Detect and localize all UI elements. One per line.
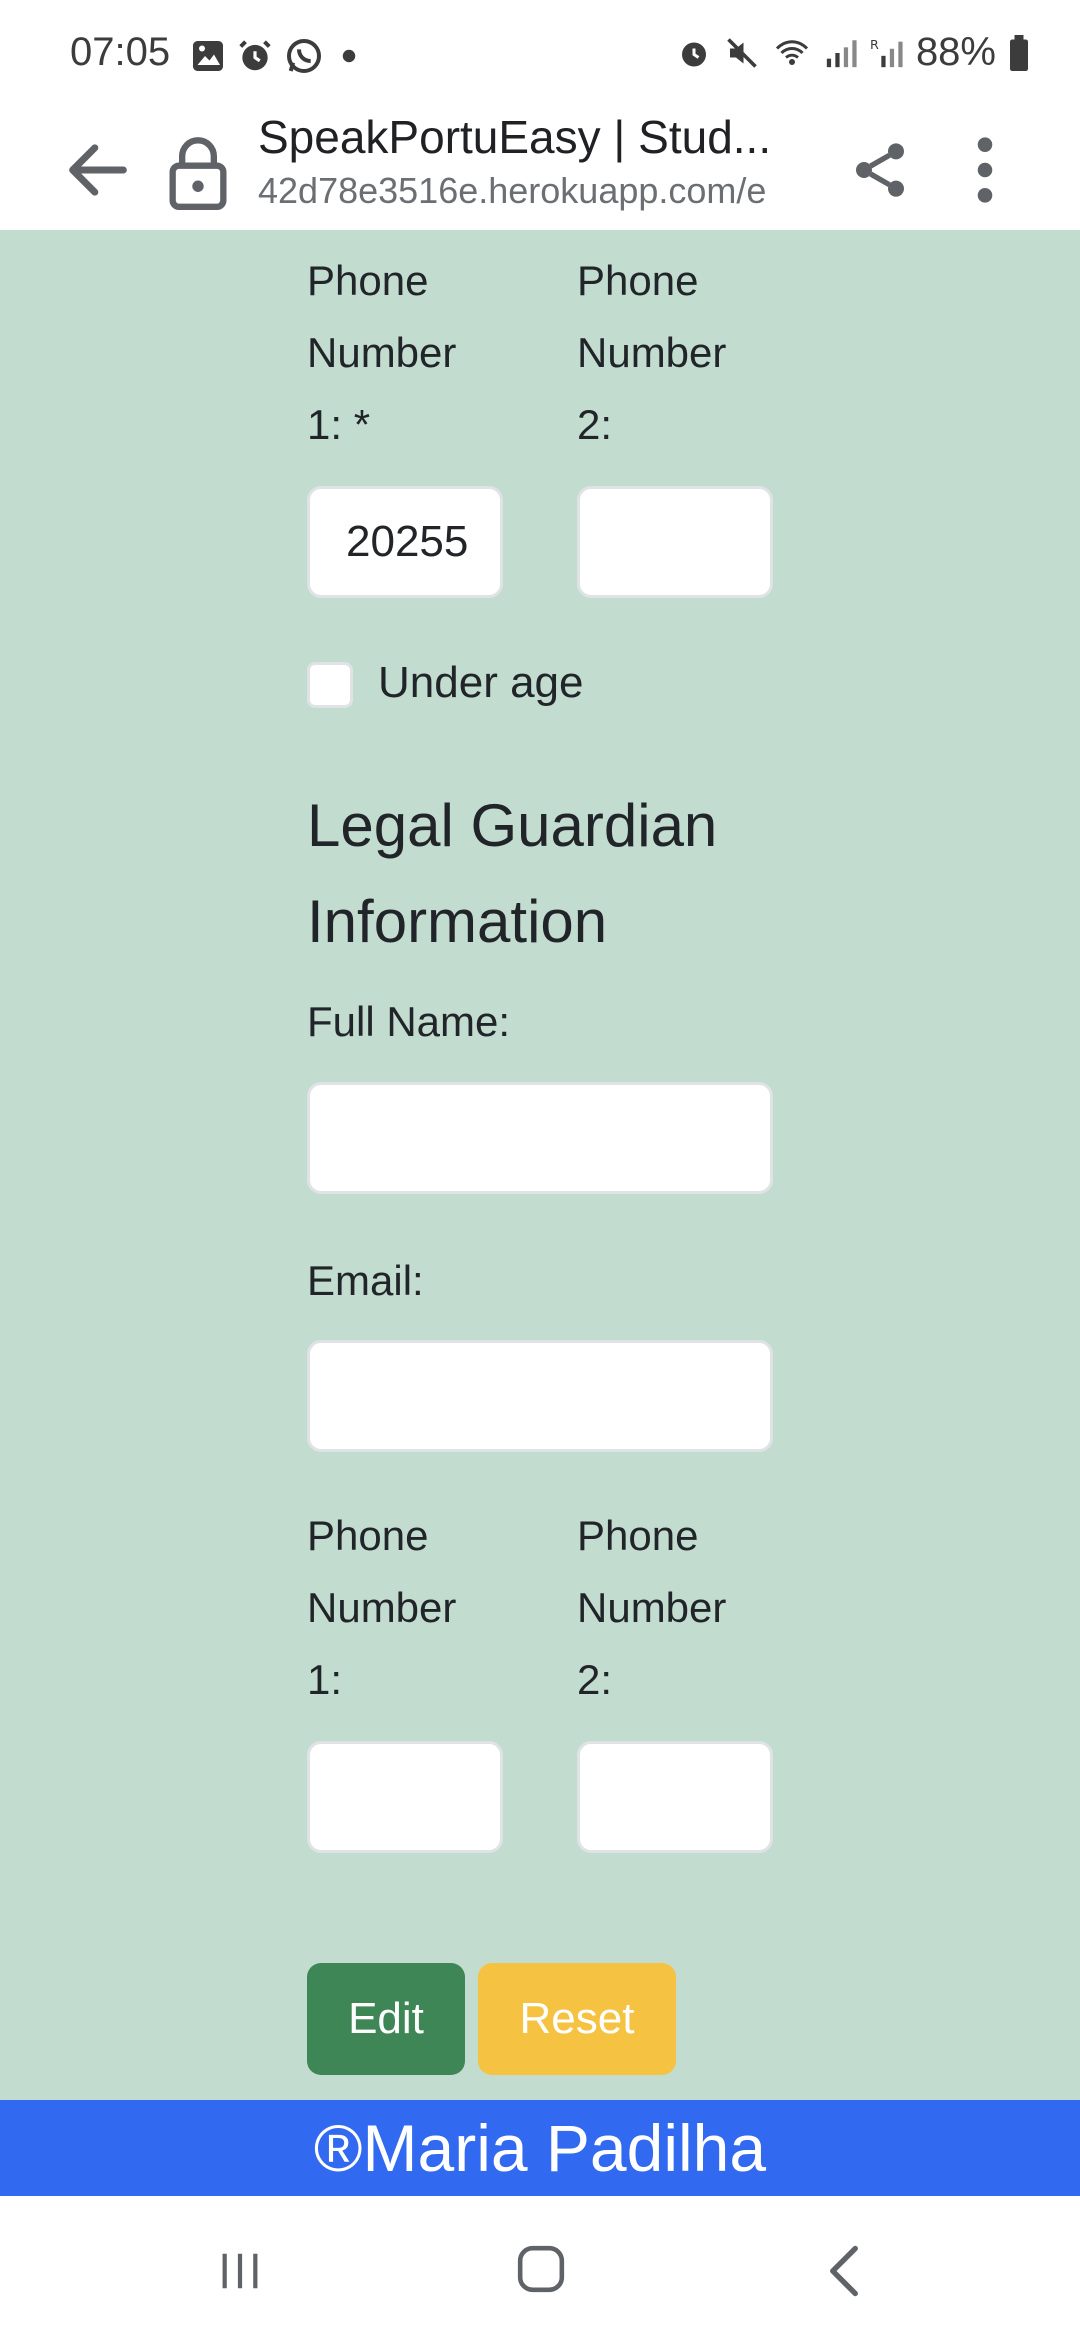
- more-vert-icon[interactable]: [960, 132, 1010, 208]
- guardian-full-name-input[interactable]: [307, 1082, 773, 1194]
- page-content: Phone Number 1: * Phone Number 2: 20255 …: [0, 230, 1080, 2100]
- status-left-icons: [190, 36, 364, 76]
- share-icon[interactable]: [848, 132, 912, 208]
- status-bar: 07:05 R 88%: [0, 0, 1080, 110]
- reset-button[interactable]: Reset: [478, 1963, 676, 2075]
- student-phone1-label: Phone Number 1: *: [307, 257, 457, 448]
- battery-percent: 88%: [915, 30, 996, 74]
- lock-icon[interactable]: [165, 134, 231, 210]
- battery-icon: [1010, 34, 1028, 71]
- mute-icon: [727, 37, 757, 68]
- signal-icon: [826, 39, 857, 67]
- system-nav-bar: [0, 2196, 1080, 2340]
- guardian-email-label: Email:: [307, 1257, 424, 1304]
- alarm-icon: [681, 42, 706, 66]
- guardian-phone1-label: Phone Number 1:: [307, 1512, 457, 1703]
- edit-button[interactable]: Edit: [307, 1963, 465, 2075]
- guardian-phone1-input[interactable]: [307, 1741, 503, 1853]
- under-age-label[interactable]: Under age: [378, 648, 583, 718]
- status-right-icons: R 88%: [676, 30, 1030, 75]
- student-phone2-input[interactable]: [577, 486, 773, 598]
- guardian-email-input[interactable]: [307, 1340, 773, 1452]
- footer: ®Maria Padilha: [0, 2100, 1080, 2196]
- whatsapp-icon: [287, 39, 321, 73]
- page-title[interactable]: SpeakPortuEasy | Stud...: [258, 110, 798, 164]
- dot-icon: [342, 49, 356, 63]
- browser-toolbar: SpeakPortuEasy | Stud... 42d78e3516e.her…: [0, 110, 1080, 230]
- alarm-icon: [239, 40, 271, 71]
- signal-r-icon: R: [870, 37, 903, 67]
- back-nav-icon[interactable]: [826, 2244, 862, 2298]
- student-phone1-input[interactable]: 20255: [307, 486, 503, 598]
- status-time: 07:05: [70, 30, 171, 74]
- guardian-full-name-label: Full Name:: [307, 998, 511, 1045]
- guardian-section-title: Legal Guardian Information: [307, 792, 718, 955]
- student-phone2-label: Phone Number 2:: [577, 257, 727, 448]
- gallery-icon: [193, 41, 223, 71]
- recent-apps-icon[interactable]: [215, 2248, 265, 2294]
- home-icon[interactable]: [516, 2244, 566, 2294]
- url-text[interactable]: 42d78e3516e.herokuapp.com/e: [258, 170, 803, 212]
- svg-text:R: R: [870, 37, 879, 52]
- wifi-icon: [775, 39, 808, 65]
- guardian-phone2-label: Phone Number 2:: [577, 1512, 727, 1703]
- guardian-phone2-input[interactable]: [577, 1741, 773, 1853]
- back-arrow-icon[interactable]: [60, 132, 136, 208]
- under-age-checkbox[interactable]: [307, 662, 353, 708]
